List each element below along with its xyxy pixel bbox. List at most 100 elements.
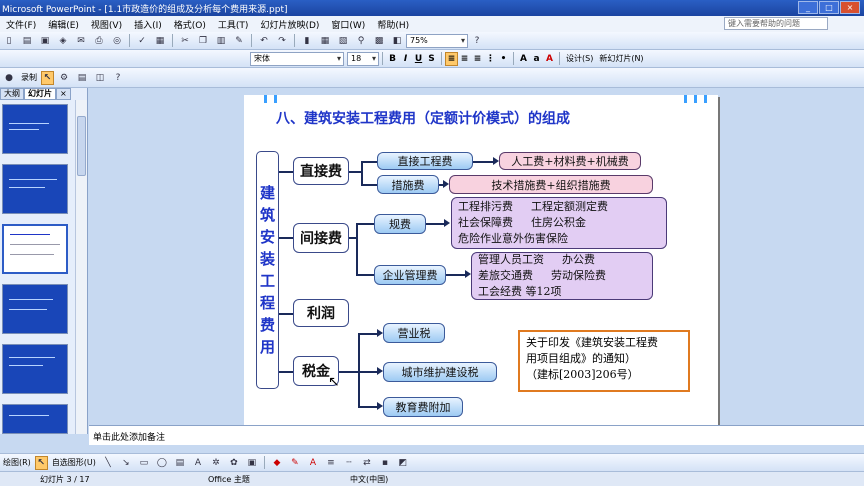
new-slide-button[interactable]: 新幻灯片(N): [596, 53, 646, 64]
help-icon[interactable]: ?: [469, 34, 485, 48]
slide-title[interactable]: 八、建筑安装工程费用（定额计价模式）的组成: [276, 108, 570, 128]
rectangle-icon[interactable]: ▭: [136, 456, 152, 470]
management-fee-node[interactable]: 企业管理费: [374, 265, 446, 285]
design-button[interactable]: 设计(S): [563, 53, 596, 64]
bold-button[interactable]: B: [386, 52, 399, 66]
tables-borders-icon[interactable]: ▧: [335, 34, 351, 48]
tab-slides[interactable]: 幻灯片: [24, 88, 56, 100]
slide-thumbnail-2[interactable]: [2, 164, 68, 214]
help-circle-icon[interactable]: ?: [110, 71, 126, 85]
fees-detail-node[interactable]: 工程排污费 工程定额测定费 社会保障费 住房公积金 危险作业意外伤害保险: [451, 197, 667, 249]
oval-icon[interactable]: ◯: [154, 456, 170, 470]
management-detail-node[interactable]: 管理人员工资 办公费 差旅交通费 劳动保险费 工会经费 等12项: [471, 252, 653, 300]
options-icon[interactable]: ⚙: [56, 71, 72, 85]
line-color-icon[interactable]: ✎: [287, 456, 303, 470]
shadow-button[interactable]: S: [425, 52, 438, 66]
undo-icon[interactable]: ↶: [256, 34, 272, 48]
menu-format[interactable]: 格式(O): [168, 18, 212, 31]
copy-icon[interactable]: ❐: [195, 34, 211, 48]
direct-engineering-node[interactable]: 直接工程费: [377, 152, 473, 170]
line-icon[interactable]: ╲: [100, 456, 116, 470]
fill-color-icon[interactable]: ◆: [269, 456, 285, 470]
slide-thumbnail-3[interactable]: [2, 224, 68, 274]
font-select[interactable]: 宋体: [250, 51, 344, 66]
color-grayscale-icon[interactable]: ◧: [389, 34, 405, 48]
menu-view[interactable]: 视图(V): [85, 18, 128, 31]
slide-thumbnail-4[interactable]: [2, 284, 68, 334]
hyperlink-icon[interactable]: ⚲: [353, 34, 369, 48]
research-icon[interactable]: ▦: [152, 34, 168, 48]
font-shrink-icon[interactable]: a: [530, 52, 543, 66]
minimize-button[interactable]: _: [798, 1, 818, 14]
menu-slideshow[interactable]: 幻灯片放映(D): [254, 18, 325, 31]
align-left-icon[interactable]: ≡: [445, 51, 458, 66]
format-painter-icon[interactable]: ✎: [231, 34, 247, 48]
grid-icon[interactable]: ▩: [371, 34, 387, 48]
slide-thumbnail-1[interactable]: [2, 104, 68, 154]
dash-style-icon[interactable]: ┄: [341, 456, 357, 470]
font-color-draw-icon[interactable]: A: [305, 456, 321, 470]
permission-icon[interactable]: ◈: [55, 34, 71, 48]
textbox-icon[interactable]: ▤: [172, 456, 188, 470]
record-label[interactable]: 录制: [18, 72, 40, 83]
draw-menu-button[interactable]: 绘图(R): [0, 457, 34, 468]
align-center-icon[interactable]: ≡: [458, 52, 471, 66]
menu-tools[interactable]: 工具(T): [212, 18, 255, 31]
measures-detail-node[interactable]: 技术措施费+组织措施费: [449, 175, 653, 194]
thumbnail-scrollbar[interactable]: [75, 100, 87, 434]
new-file-icon[interactable]: ▯: [1, 34, 17, 48]
arrow-style-icon[interactable]: ⇄: [359, 456, 375, 470]
arrow-icon[interactable]: ↘: [118, 456, 134, 470]
slide-thumbnail-5[interactable]: [2, 344, 68, 394]
font-grow-icon[interactable]: A: [517, 52, 530, 66]
close-button[interactable]: ×: [840, 1, 860, 14]
print-preview-icon[interactable]: ◎: [109, 34, 125, 48]
tab-outline[interactable]: 大纲: [0, 88, 24, 100]
menu-window[interactable]: 窗口(W): [325, 18, 371, 31]
italic-button[interactable]: I: [399, 52, 412, 66]
wordart-icon[interactable]: A: [190, 456, 206, 470]
open-folder-icon[interactable]: ▤: [19, 34, 35, 48]
menu-insert[interactable]: 插入(I): [128, 18, 168, 31]
direct-eng-detail-node[interactable]: 人工费+材料费+机械费: [499, 152, 641, 170]
close-pane-icon[interactable]: ×: [56, 88, 71, 100]
measures-node[interactable]: 措施费: [377, 175, 439, 194]
select-objects-icon[interactable]: ↖: [34, 455, 48, 470]
zoom-select[interactable]: 75%: [406, 33, 468, 48]
profit-node[interactable]: 利润: [293, 299, 349, 327]
paste-icon[interactable]: ▥: [213, 34, 229, 48]
font-size-select[interactable]: 18: [347, 51, 379, 66]
clipart-icon[interactable]: ✿: [226, 456, 242, 470]
underline-button[interactable]: U: [412, 52, 425, 66]
urban-construction-tax-node[interactable]: 城市维护建设税: [383, 362, 497, 382]
fees-node[interactable]: 规费: [374, 214, 426, 234]
security-icon[interactable]: ◫: [92, 71, 108, 85]
root-node[interactable]: 建筑安装工程费用: [256, 151, 279, 389]
email-icon[interactable]: ✉: [73, 34, 89, 48]
align-right-icon[interactable]: ≡: [471, 52, 484, 66]
table-icon[interactable]: ▦: [317, 34, 333, 48]
help-search-input[interactable]: 键入需要帮助的问题: [724, 17, 828, 30]
menu-edit[interactable]: 编辑(E): [42, 18, 85, 31]
chart-icon[interactable]: ▮: [299, 34, 315, 48]
save-icon[interactable]: ▣: [37, 34, 53, 48]
print-icon[interactable]: ⎙: [91, 34, 107, 48]
education-surcharge-node[interactable]: 教育费附加: [383, 397, 463, 417]
font-color-icon[interactable]: A: [543, 52, 556, 66]
3d-style-icon[interactable]: ◩: [395, 456, 411, 470]
indirect-cost-node[interactable]: 间接费: [293, 223, 349, 253]
record-icon[interactable]: ●: [1, 71, 17, 85]
select-icon[interactable]: ↖: [41, 70, 54, 85]
slide-canvas[interactable]: 八、建筑安装工程费用（定额计价模式）的组成 建筑安装工程费用 直接费 间接费 利…: [244, 95, 718, 426]
diagram-icon[interactable]: ✲: [208, 456, 224, 470]
shadow-style-icon[interactable]: ▪: [377, 456, 393, 470]
bullets-icon[interactable]: •: [497, 52, 510, 66]
redo-icon[interactable]: ↷: [274, 34, 290, 48]
spelling-icon[interactable]: ✓: [134, 34, 150, 48]
notes-pane[interactable]: 单击此处添加备注: [89, 425, 864, 445]
menu-file[interactable]: 文件(F): [0, 18, 42, 31]
line-style-icon[interactable]: ≡: [323, 456, 339, 470]
numbering-icon[interactable]: ⋮: [484, 52, 497, 66]
notice-reference-box[interactable]: 关于印发《建筑安装工程费 用项目组成》的通知） （建标[2003]206号）: [518, 330, 690, 392]
picture-icon[interactable]: ▣: [244, 456, 260, 470]
